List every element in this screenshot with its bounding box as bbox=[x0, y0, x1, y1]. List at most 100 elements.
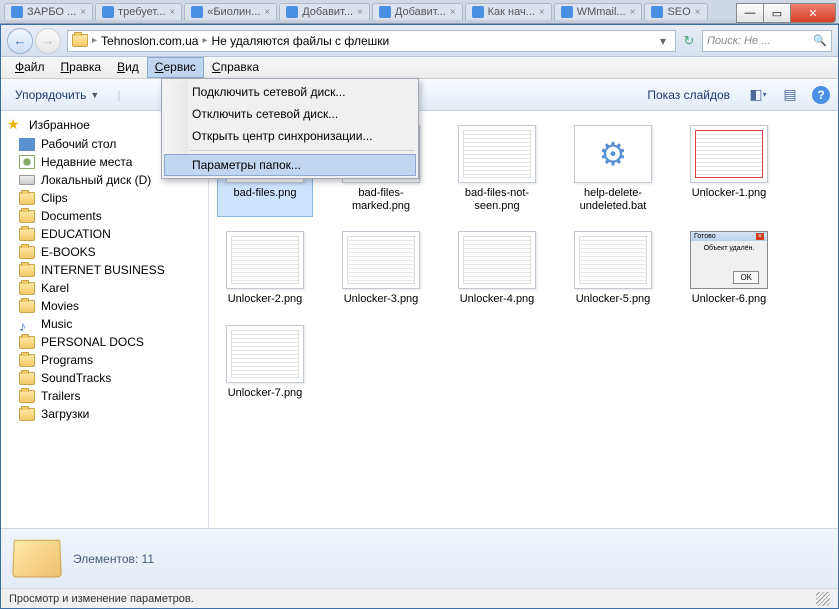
tab-label: SEO bbox=[667, 6, 690, 18]
tree-item-trailers[interactable]: Trailers bbox=[1, 387, 208, 405]
tree-item-clips[interactable]: Clips bbox=[1, 189, 208, 207]
favicon bbox=[472, 6, 484, 18]
tab-close-icon[interactable]: × bbox=[539, 7, 545, 18]
tree-item-karel[interactable]: Karel bbox=[1, 279, 208, 297]
tab-label: Как нач... bbox=[488, 6, 535, 18]
nav-back-button[interactable]: ← bbox=[7, 28, 33, 54]
slideshow-button[interactable]: Показ слайдов bbox=[641, 85, 736, 105]
tree-item-label: Clips bbox=[41, 191, 68, 205]
address-bar[interactable]: ▸ Tehnoslon.com.ua ▸ Не удаляются файлы … bbox=[67, 30, 676, 52]
menu-disconnect-network-drive[interactable]: Отключить сетевой диск... bbox=[164, 103, 416, 125]
browser-tab[interactable]: WMmail...× bbox=[554, 3, 643, 20]
tree-item-label: Music bbox=[41, 317, 72, 331]
folder-icon bbox=[72, 34, 88, 47]
menu-bar: Файл Правка Вид Сервис Справка bbox=[1, 57, 838, 79]
file-item[interactable]: Unlocker-2.png bbox=[217, 227, 313, 310]
tree-item-downloads[interactable]: Загрузки bbox=[1, 405, 208, 423]
search-icon: 🔍 bbox=[813, 34, 827, 47]
thumbnail: ⚙ bbox=[574, 125, 652, 183]
folder-icon bbox=[19, 372, 35, 385]
breadcrumb-segment[interactable]: Не удаляются файлы с флешки bbox=[211, 34, 389, 48]
file-item[interactable]: bad-files-not-seen.png bbox=[449, 121, 545, 217]
browser-tab[interactable]: Добавит... × bbox=[372, 3, 463, 20]
browser-tab[interactable]: «Биолин...× bbox=[184, 3, 277, 20]
view-mode-button[interactable]: ◧▾ bbox=[748, 85, 768, 105]
tree-item-programs[interactable]: Programs bbox=[1, 351, 208, 369]
tree-item-label: Programs bbox=[41, 353, 93, 367]
tree-item-ebooks[interactable]: E-BOOKS bbox=[1, 243, 208, 261]
tab-close-icon[interactable]: × bbox=[80, 7, 86, 18]
tree-item-documents[interactable]: Documents bbox=[1, 207, 208, 225]
tab-close-icon[interactable]: × bbox=[357, 7, 363, 18]
browser-tab-strip: ЗАРБО ...×требует...×«Биолин...×Добавит.… bbox=[0, 0, 839, 24]
file-label: bad-files-not-seen.png bbox=[451, 187, 543, 213]
recent-icon bbox=[19, 155, 35, 169]
thumbnail bbox=[226, 231, 304, 289]
thumbnail bbox=[690, 125, 768, 183]
browser-tab[interactable]: требует...× bbox=[95, 3, 182, 20]
chevron-down-icon: ▼ bbox=[90, 90, 99, 100]
thumbnail bbox=[342, 231, 420, 289]
menu-map-network-drive[interactable]: Подключить сетевой диск... bbox=[164, 81, 416, 103]
folder-icon bbox=[19, 354, 35, 367]
tab-label: Добавит... bbox=[395, 6, 446, 18]
menu-open-sync-center[interactable]: Открыть центр синхронизации... bbox=[164, 125, 416, 147]
menu-help[interactable]: Справка bbox=[204, 57, 267, 78]
tree-item-label: Documents bbox=[41, 209, 102, 223]
minimize-button[interactable]: — bbox=[736, 3, 764, 23]
tree-item-pdocs[interactable]: PERSONAL DOCS bbox=[1, 333, 208, 351]
browser-tab[interactable]: ЗАРБО ... × bbox=[4, 3, 93, 20]
file-item[interactable]: Unlocker-5.png bbox=[565, 227, 661, 310]
tab-close-icon[interactable]: × bbox=[169, 7, 175, 18]
tab-label: ЗАРБО ... bbox=[27, 6, 76, 18]
organize-button[interactable]: Упорядочить ▼ bbox=[9, 85, 105, 105]
file-label: Unlocker-7.png bbox=[228, 387, 303, 400]
tree-item-soundtracks[interactable]: SoundTracks bbox=[1, 369, 208, 387]
maximize-button[interactable]: ▭ bbox=[763, 3, 791, 23]
tab-close-icon[interactable]: × bbox=[450, 7, 456, 18]
breadcrumb-segment[interactable]: Tehnoslon.com.ua bbox=[101, 34, 198, 48]
help-button[interactable]: ? bbox=[812, 86, 830, 104]
address-dropdown-arrow[interactable]: ▾ bbox=[655, 34, 671, 48]
file-item[interactable]: ⚙help-delete-undeleted.bat bbox=[565, 121, 661, 217]
tree-item-ibusiness[interactable]: INTERNET BUSINESS bbox=[1, 261, 208, 279]
tree-item-label: Trailers bbox=[41, 389, 81, 403]
tree-item-label: Karel bbox=[41, 281, 69, 295]
menu-folder-options[interactable]: Параметры папок... bbox=[164, 154, 416, 176]
favicon bbox=[102, 6, 114, 18]
resize-grip[interactable] bbox=[816, 592, 830, 606]
folder-icon bbox=[19, 228, 35, 241]
preview-pane-button[interactable]: ▤ bbox=[780, 85, 800, 105]
tab-close-icon[interactable]: × bbox=[264, 7, 270, 18]
tab-close-icon[interactable]: × bbox=[695, 7, 701, 18]
file-item[interactable]: Unlocker-3.png bbox=[333, 227, 429, 310]
organize-label: Упорядочить bbox=[15, 88, 86, 102]
file-item[interactable]: Unlocker-1.png bbox=[681, 121, 777, 217]
menu-file[interactable]: Файл bbox=[7, 57, 53, 78]
nav-forward-button[interactable]: → bbox=[35, 28, 61, 54]
file-label: Unlocker-5.png bbox=[576, 293, 651, 306]
status-bar: Просмотр и изменение параметров. bbox=[1, 588, 838, 608]
tree-item-label: Недавние места bbox=[41, 155, 132, 169]
details-item-count: Элементов: 11 bbox=[73, 552, 154, 566]
tree-item-music[interactable]: ♪Music bbox=[1, 315, 208, 333]
menu-edit[interactable]: Правка bbox=[53, 57, 110, 78]
browser-tab[interactable]: Как нач... × bbox=[465, 3, 552, 20]
tab-close-icon[interactable]: × bbox=[630, 7, 636, 18]
file-item[interactable]: Unlocker-4.png bbox=[449, 227, 545, 310]
file-label: bad-files.png bbox=[234, 187, 297, 200]
menu-view[interactable]: Вид bbox=[109, 57, 147, 78]
tree-item-education[interactable]: EDUCATION bbox=[1, 225, 208, 243]
search-box[interactable]: Поиск: Не ... 🔍 bbox=[702, 30, 832, 52]
browser-tab[interactable]: Добавит...× bbox=[279, 3, 370, 20]
file-item[interactable]: Unlocker-7.png bbox=[217, 321, 313, 404]
browser-tab[interactable]: SEO × bbox=[644, 3, 707, 20]
menu-tools[interactable]: Сервис bbox=[147, 57, 204, 78]
tree-item-movies[interactable]: Movies bbox=[1, 297, 208, 315]
refresh-button[interactable]: ↻ bbox=[680, 32, 698, 50]
desk-icon bbox=[19, 138, 35, 151]
chevron-right-icon: ▸ bbox=[92, 35, 97, 46]
thumbnail bbox=[574, 231, 652, 289]
file-item[interactable]: Готово×Объект удалён.OKUnlocker-6.png bbox=[681, 227, 777, 310]
close-button[interactable]: ✕ bbox=[790, 3, 836, 23]
